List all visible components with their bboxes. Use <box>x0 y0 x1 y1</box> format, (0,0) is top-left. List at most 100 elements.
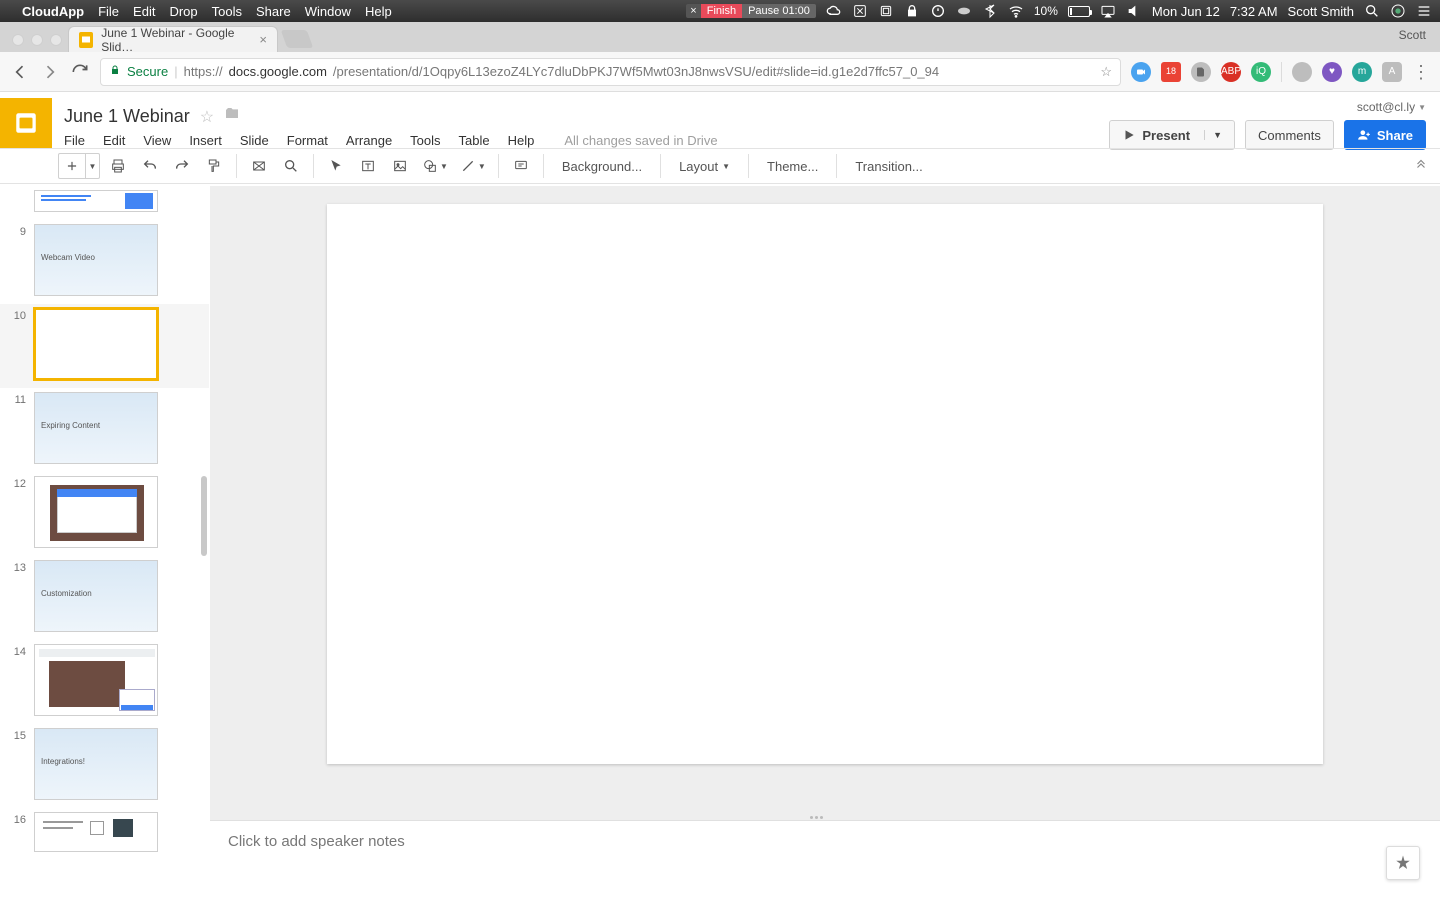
thumb-row[interactable]: 10 <box>0 304 209 388</box>
menu-format[interactable]: Format <box>287 133 328 148</box>
thumb-row[interactable]: 15 Integrations! <box>0 724 209 808</box>
slide-thumb[interactable] <box>34 644 158 716</box>
menubar-drop[interactable]: Drop <box>169 4 197 19</box>
menubar-share[interactable]: Share <box>256 4 291 19</box>
menubar-window[interactable]: Window <box>305 4 351 19</box>
menu-tools[interactable]: Tools <box>410 133 440 148</box>
slide-thumb[interactable] <box>34 190 158 212</box>
menubar-date[interactable]: Mon Jun 12 <box>1152 4 1220 19</box>
airplay-icon[interactable] <box>1100 3 1116 19</box>
menu-edit[interactable]: Edit <box>103 133 125 148</box>
undo-button[interactable] <box>136 152 164 180</box>
traffic-max[interactable] <box>50 34 62 46</box>
notification-center-icon[interactable] <box>1416 3 1432 19</box>
ext-purple-icon[interactable]: ♥ <box>1322 62 1342 82</box>
textbox-tool[interactable] <box>354 152 382 180</box>
doc-title[interactable]: June 1 Webinar <box>64 106 190 127</box>
thumb-row[interactable]: 12 <box>0 472 209 556</box>
share-button[interactable]: Share <box>1344 120 1426 150</box>
status-icon-3[interactable] <box>956 3 972 19</box>
menu-slide[interactable]: Slide <box>240 133 269 148</box>
recording-status[interactable]: × Finish Pause 01:00 <box>686 4 816 18</box>
traffic-close[interactable] <box>12 34 24 46</box>
paint-format-button[interactable] <box>200 152 228 180</box>
slide-thumb[interactable] <box>34 812 158 852</box>
canvas-scroll[interactable] <box>210 186 1440 814</box>
menubar-help[interactable]: Help <box>365 4 392 19</box>
back-button[interactable] <box>10 62 30 82</box>
battery-icon[interactable] <box>1068 6 1090 17</box>
theme-button[interactable]: Theme... <box>757 152 828 180</box>
slide-canvas[interactable] <box>327 204 1323 764</box>
menu-arrange[interactable]: Arrange <box>346 133 392 148</box>
slide-thumb[interactable]: Webcam Video <box>34 224 158 296</box>
menu-view[interactable]: View <box>143 133 171 148</box>
browser-tab[interactable]: June 1 Webinar - Google Slid… × <box>68 26 278 52</box>
recording-finish[interactable]: Finish <box>701 4 742 18</box>
thumb-row[interactable]: 14 <box>0 640 209 724</box>
ext-evernote-icon[interactable] <box>1191 62 1211 82</box>
print-button[interactable] <box>104 152 132 180</box>
filmstrip[interactable]: 9 Webcam Video 10 11 Expiring Content 12 <box>0 186 210 900</box>
menu-help[interactable]: Help <box>508 133 535 148</box>
present-button[interactable]: Present ▼ <box>1109 120 1235 150</box>
circle-icon[interactable] <box>930 3 946 19</box>
ext-zoom-icon[interactable] <box>1131 62 1151 82</box>
slide-thumb[interactable]: Expiring Content <box>34 392 158 464</box>
new-slide-button[interactable]: ▼ <box>58 153 100 179</box>
ext-square-icon[interactable]: A <box>1382 62 1402 82</box>
bluetooth-icon[interactable] <box>982 3 998 19</box>
chrome-menu-icon[interactable]: ⋮ <box>1412 63 1430 81</box>
comment-tool[interactable] <box>507 152 535 180</box>
menu-table[interactable]: Table <box>459 133 490 148</box>
select-tool[interactable] <box>322 152 350 180</box>
transition-button[interactable]: Transition... <box>845 152 932 180</box>
thumb-row[interactable] <box>0 186 209 220</box>
wifi-icon[interactable] <box>1008 3 1024 19</box>
menubar-time[interactable]: 7:32 AM <box>1230 4 1278 19</box>
slide-thumb[interactable]: Integrations! <box>34 728 158 800</box>
thumb-row[interactable]: 9 Webcam Video <box>0 220 209 304</box>
slides-home-button[interactable] <box>0 98 52 148</box>
new-tab-button[interactable] <box>281 30 314 48</box>
thumb-row[interactable]: 16 <box>0 808 209 860</box>
new-slide-dropdown-icon[interactable]: ▼ <box>85 154 99 178</box>
menubar-edit[interactable]: Edit <box>133 4 155 19</box>
ext-teal-icon[interactable]: m <box>1352 62 1372 82</box>
slide-thumb[interactable]: Customization <box>34 560 158 632</box>
layout-button[interactable]: Layout▼ <box>669 152 740 180</box>
line-tool[interactable]: ▼ <box>456 152 490 180</box>
reload-button[interactable] <box>70 62 90 82</box>
slide-thumb[interactable] <box>34 476 158 548</box>
zoom-button[interactable] <box>277 152 305 180</box>
fit-button[interactable] <box>245 152 273 180</box>
menubar-user[interactable]: Scott Smith <box>1288 4 1354 19</box>
cloud-icon[interactable] <box>826 3 842 19</box>
shape-tool[interactable]: ▼ <box>418 152 452 180</box>
move-to-drive-icon[interactable] <box>224 106 240 127</box>
ext-generic-icon[interactable] <box>1292 62 1312 82</box>
speaker-notes[interactable]: Click to add speaker notes <box>210 820 1440 900</box>
ext-iq-icon[interactable]: iQ <box>1251 62 1271 82</box>
recording-close[interactable]: × <box>686 4 700 18</box>
background-button[interactable]: Background... <box>552 152 652 180</box>
status-icon-2[interactable] <box>878 3 894 19</box>
slide-thumb-selected[interactable] <box>34 308 158 380</box>
image-tool[interactable] <box>386 152 414 180</box>
bookmark-star-icon[interactable]: ☆ <box>1100 64 1112 80</box>
tab-close-icon[interactable]: × <box>259 32 267 47</box>
menu-file[interactable]: File <box>64 133 85 148</box>
spotlight-icon[interactable] <box>1364 3 1380 19</box>
account-email[interactable]: scott@cl.ly▼ <box>1357 100 1426 114</box>
menubar-file[interactable]: File <box>98 4 119 19</box>
present-dropdown-icon[interactable]: ▼ <box>1204 130 1222 140</box>
redo-button[interactable] <box>168 152 196 180</box>
menubar-app-name[interactable]: CloudApp <box>22 4 84 19</box>
volume-icon[interactable] <box>1126 3 1142 19</box>
collapse-toolbar-icon[interactable] <box>1414 157 1428 174</box>
comments-button[interactable]: Comments <box>1245 120 1334 150</box>
recording-pause[interactable]: Pause 01:00 <box>742 4 816 18</box>
explore-button[interactable] <box>1386 846 1420 880</box>
traffic-min[interactable] <box>31 34 43 46</box>
star-doc-icon[interactable]: ☆ <box>200 107 214 127</box>
